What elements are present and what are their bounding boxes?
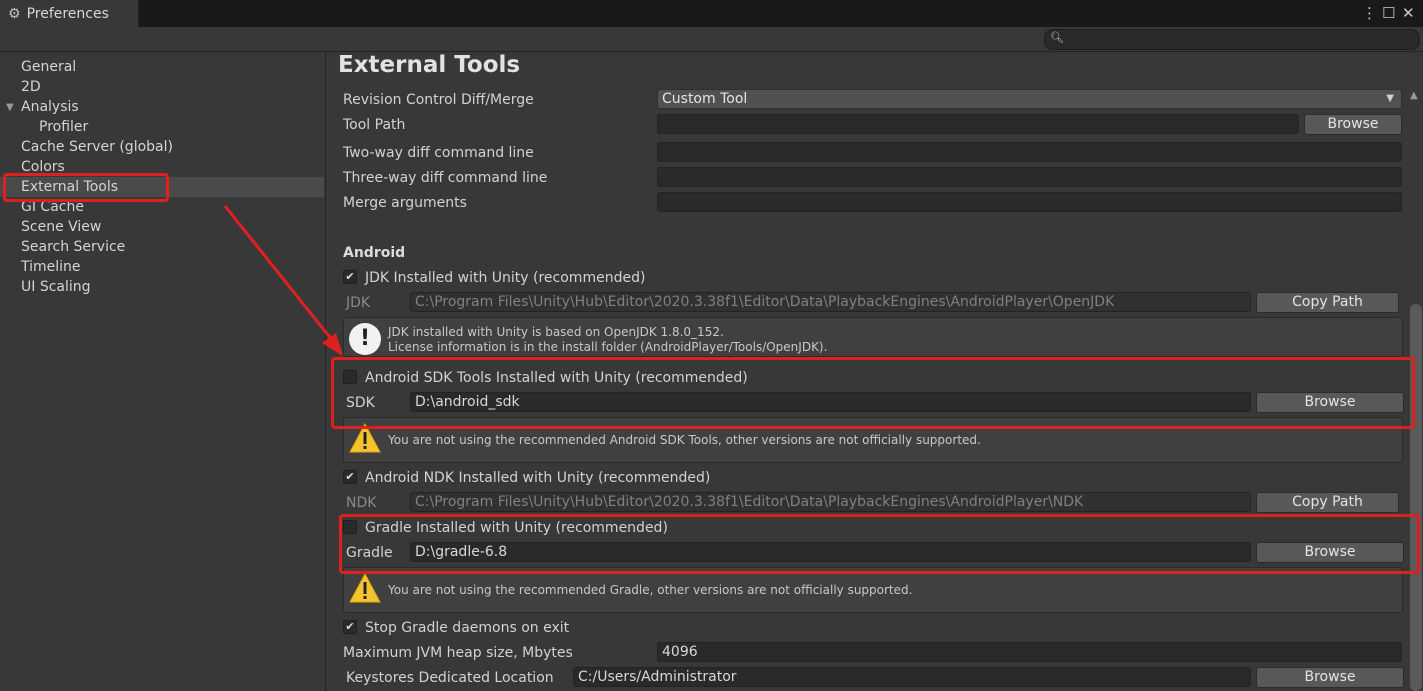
merge-arguments-field[interactable] <box>657 192 1402 212</box>
merge-arguments-label: Merge arguments <box>343 195 467 211</box>
sidebar-item-scene-view[interactable]: Scene View <box>21 217 101 237</box>
scroll-up-icon[interactable]: ▲ <box>1410 90 1418 101</box>
revision-diff-dropdown[interactable]: Custom Tool ▼ <box>657 89 1402 109</box>
ndk-path-field: C:\Program Files\Unity\Hub\Editor\2020.3… <box>410 492 1251 512</box>
dropdown-arrow-icon: ▼ <box>1386 93 1394 104</box>
ndk-checkbox-label: Android NDK Installed with Unity (recomm… <box>365 470 711 486</box>
keystore-browse-button[interactable]: Browse <box>1256 667 1404 688</box>
sidebar-item-2d[interactable]: 2D <box>21 77 41 97</box>
sidebar-item-general[interactable]: General <box>21 57 76 77</box>
tool-path-field[interactable] <box>657 114 1299 134</box>
ndk-checkbox[interactable]: ✔ <box>343 470 357 484</box>
search-input[interactable]: 🔍︎ <box>1044 29 1420 50</box>
sidebar-item-timeline[interactable]: Timeline <box>21 257 81 277</box>
tool-path-label: Tool Path <box>343 117 406 133</box>
keystore-location-label: Keystores Dedicated Location <box>346 670 554 686</box>
ndk-label: NDK <box>346 495 377 511</box>
android-section-heading: Android <box>343 245 406 261</box>
gradle-warning-text: You are not using the recommended Gradle… <box>388 583 913 597</box>
annotation-highlight-sdk <box>331 357 1415 429</box>
ndk-copy-path-button[interactable]: Copy Path <box>1256 492 1399 513</box>
search-icon: 🔍︎ <box>1050 31 1064 44</box>
window-title: Preferences <box>26 5 109 22</box>
close-icon[interactable]: ✕ <box>1402 4 1415 22</box>
more-options-icon[interactable]: ⋮ <box>1362 4 1377 22</box>
two-way-diff-field[interactable] <box>657 142 1402 162</box>
jdk-info-line-1: JDK installed with Unity is based on Ope… <box>388 325 724 339</box>
tool-path-browse-button[interactable]: Browse <box>1304 114 1402 135</box>
annotation-highlight-gradle <box>339 514 1420 574</box>
revision-diff-label: Revision Control Diff/Merge <box>343 92 534 108</box>
sidebar-item-profiler[interactable]: Profiler <box>39 117 88 137</box>
jdk-info-line-2: License information is in the install fo… <box>388 340 828 354</box>
stop-daemons-label: Stop Gradle daemons on exit <box>365 620 570 636</box>
keystore-location-field[interactable]: C:/Users/Administrator <box>573 667 1251 687</box>
preferences-tab[interactable]: ⚙ Preferences <box>0 0 139 27</box>
title-bar <box>0 0 1423 27</box>
revision-diff-value: Custom Tool <box>662 91 748 107</box>
sdk-warning-text: You are not using the recommended Androi… <box>388 433 981 447</box>
sidebar-item-analysis[interactable]: Analysis <box>21 97 79 117</box>
jdk-checkbox[interactable]: ✔ <box>343 270 357 284</box>
gear-icon: ⚙ <box>8 5 21 22</box>
sidebar-item-cache-server[interactable]: Cache Server (global) <box>21 137 173 157</box>
jdk-copy-path-button[interactable]: Copy Path <box>1256 292 1399 313</box>
three-way-diff-field[interactable] <box>657 167 1402 187</box>
expand-triangle-icon[interactable]: ▼ <box>6 102 14 113</box>
maximize-icon[interactable]: ☐ <box>1382 4 1395 22</box>
jdk-path-field: C:\Program Files\Unity\Hub\Editor\2020.3… <box>410 292 1251 312</box>
jdk-checkbox-label: JDK Installed with Unity (recommended) <box>365 270 646 286</box>
jvm-heap-field[interactable]: 4096 <box>657 642 1402 662</box>
info-icon: ! <box>349 323 381 355</box>
stop-daemons-checkbox[interactable]: ✔ <box>343 620 357 634</box>
sidebar-item-ui-scaling[interactable]: UI Scaling <box>21 277 91 297</box>
two-way-diff-label: Two-way diff command line <box>343 145 534 161</box>
jvm-heap-label: Maximum JVM heap size, Mbytes <box>343 645 573 661</box>
annotation-highlight-external-tools <box>3 173 169 202</box>
page-title: External Tools <box>338 52 521 78</box>
jdk-label: JDK <box>346 295 371 311</box>
warning-icon <box>349 573 381 603</box>
three-way-diff-label: Three-way diff command line <box>343 170 548 186</box>
sidebar-item-search-service[interactable]: Search Service <box>21 237 125 257</box>
